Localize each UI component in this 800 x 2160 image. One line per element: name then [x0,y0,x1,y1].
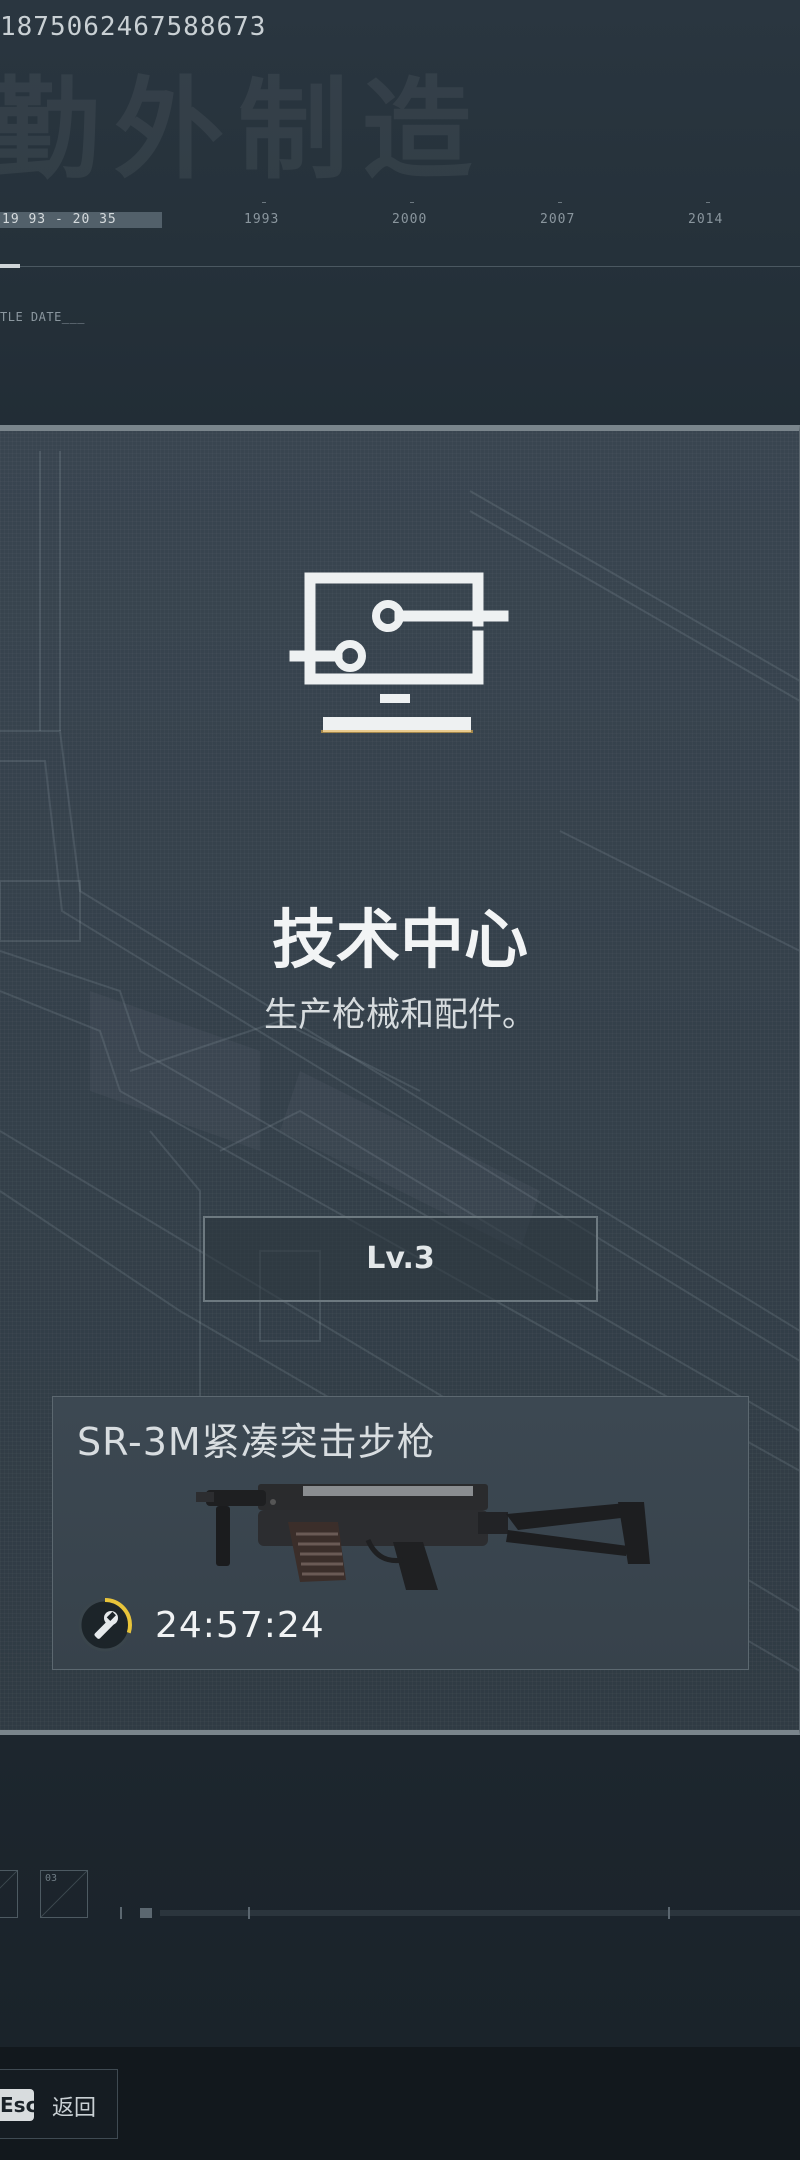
timeline-marker [0,264,20,268]
back-button[interactable]: Esc 返回 [0,2069,118,2139]
timeline-year: 2000 [392,202,428,227]
monitor-icon [289,572,509,733]
bottom-bar: Esc 返回 [0,2047,800,2160]
card-description: 生产枪械和配件。 [264,995,536,1035]
production-panel[interactable]: SR-3M紧凑突击步枪 24:57:24 [52,1396,749,1670]
background-title: 勤外制造 [0,66,486,194]
lower-band: 03 [0,1735,800,2047]
timeline-year: 1993 [244,202,280,227]
header-band: 1875062467588673 勤外制造 19 93 - 20 35 1993… [0,0,800,425]
timeline-line [0,266,800,267]
slot-box[interactable]: 03 [40,1870,88,1918]
esc-key-icon: Esc [0,2089,34,2121]
date-label: TLE DATE___ [0,310,85,324]
timeline-range: 19 93 - 20 35 [0,212,162,228]
production-timer: 24:57:24 [155,1605,325,1646]
wrench-icon [78,1598,132,1652]
back-label: 返回 [52,2096,97,2121]
rifle-image [196,1484,650,1590]
weapon-name: SR-3M紧凑突击步枪 [77,1420,436,1464]
tech-center-card[interactable]: 技术中心 生产枪械和配件。 Lv.3 SR-3M紧凑突击步枪 24:57:24 [0,425,800,1735]
timeline-year: 2007 [540,202,576,227]
mini-timeline [120,1907,800,1919]
timeline: 19 93 - 20 35 1993 2000 2007 2014 [0,202,800,230]
session-id: 1875062467588673 [0,12,267,42]
timeline-year: 2014 [688,202,724,227]
card-title: 技术中心 [272,904,528,978]
slot-box[interactable] [0,1870,18,1918]
level-button[interactable]: Lv.3 [203,1216,598,1302]
